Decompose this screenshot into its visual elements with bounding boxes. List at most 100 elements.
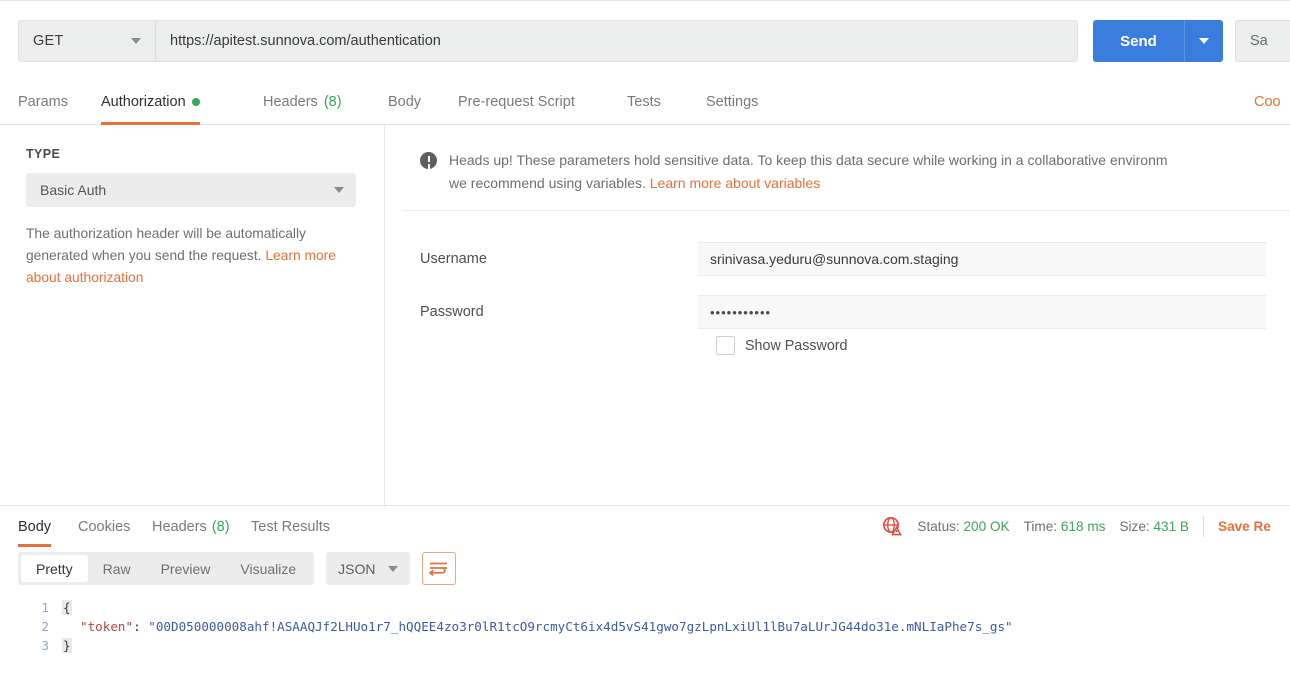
- response-format-toolbar: Pretty Raw Preview Visualize JSON: [18, 552, 456, 585]
- response-tab-bar: Body Cookies Headers (8) Test Results St…: [0, 506, 1290, 547]
- banner-line-2: we recommend using variables. Learn more…: [449, 172, 1168, 195]
- chevron-down-icon: [334, 187, 344, 193]
- tab-label: Pre-request Script: [458, 93, 575, 110]
- view-mode-raw[interactable]: Raw: [88, 555, 146, 582]
- tab-label: Test Results: [251, 518, 330, 535]
- show-password-label: Show Password: [745, 337, 848, 354]
- response-tab-test-results[interactable]: Test Results: [251, 506, 330, 547]
- tab-authorization[interactable]: Authorization: [101, 78, 200, 125]
- show-password-checkbox[interactable]: [716, 336, 735, 355]
- response-tab-cookies[interactable]: Cookies: [78, 506, 130, 547]
- line-number: 2: [41, 619, 49, 634]
- tab-label: Settings: [706, 93, 759, 110]
- status-label: Status:: [917, 519, 960, 534]
- url-input[interactable]: https://apitest.sunnova.com/authenticati…: [156, 21, 1077, 61]
- tab-label: Headers: [263, 93, 318, 110]
- password-label: Password: [420, 304, 484, 320]
- authorization-panel: TYPE Basic Auth The authorization header…: [0, 125, 1290, 505]
- tab-settings[interactable]: Settings: [706, 78, 758, 125]
- response-tab-headers[interactable]: Headers (8): [152, 506, 230, 547]
- code-line: 1 {: [0, 598, 1290, 617]
- tab-badge: (8): [211, 518, 230, 535]
- username-row: Username srinivasa.yeduru@sunnova.com.st…: [402, 242, 1290, 276]
- code-line: 2 "token": "00D050000008ahf!ASAAQJf2LHUo…: [0, 617, 1290, 636]
- status-value: 200 OK: [963, 519, 1010, 534]
- banner-line-1: Heads up! These parameters hold sensitiv…: [449, 152, 1168, 168]
- tab-badge: (8): [323, 93, 342, 110]
- response-pane: Body Cookies Headers (8) Test Results St…: [0, 505, 1290, 684]
- auth-type-dropdown[interactable]: Basic Auth: [26, 173, 356, 207]
- save-request-button[interactable]: Sa: [1235, 20, 1290, 62]
- word-wrap-button[interactable]: [421, 552, 456, 585]
- divider: [1203, 516, 1204, 537]
- tab-headers[interactable]: Headers (8): [263, 78, 342, 125]
- save-response-link[interactable]: Save Re: [1218, 519, 1280, 534]
- tab-label: Body: [18, 518, 52, 535]
- auth-help-text: The authorization header will be automat…: [26, 223, 358, 288]
- cookies-link[interactable]: Coo: [1254, 78, 1290, 125]
- response-body-code[interactable]: 1 { 2 "token": "00D050000008ahf!ASAAQJf2…: [0, 598, 1290, 684]
- tab-label: Params: [18, 93, 68, 110]
- http-method-select[interactable]: GET: [19, 21, 156, 61]
- sensitive-data-banner: Heads up! These parameters hold sensitiv…: [402, 143, 1290, 211]
- tab-label: Cookies: [78, 518, 131, 535]
- json-value: "00D050000008ahf!ASAAQJf2LHUo1r7_hQQEE4z…: [148, 619, 1013, 634]
- size-value: 431 B: [1153, 519, 1189, 534]
- send-button[interactable]: Send: [1093, 20, 1223, 62]
- banner-variables-link[interactable]: Learn more about variables: [650, 175, 820, 191]
- tab-pre-request-script[interactable]: Pre-request Script: [458, 78, 575, 125]
- request-url-bar: GET https://apitest.sunnova.com/authenti…: [0, 0, 1290, 78]
- tab-label: Body: [388, 93, 422, 110]
- request-tab-bar: Params Authorization Headers (8) Body Pr…: [0, 78, 1290, 125]
- size-label: Size:: [1119, 519, 1150, 534]
- username-label: Username: [420, 251, 487, 267]
- json-key: "token": [80, 619, 134, 634]
- show-password-row[interactable]: Show Password: [402, 336, 848, 355]
- line-content: {: [62, 598, 72, 617]
- auth-type-heading: TYPE: [26, 147, 61, 161]
- http-method-label: GET: [33, 33, 64, 49]
- time-value: 618 ms: [1060, 519, 1106, 534]
- response-status-strip: Status: 200 OK Time: 618 ms Size: 431 B …: [882, 506, 1290, 547]
- time-group: Time: 618 ms: [1024, 519, 1106, 534]
- line-number: 1: [41, 600, 49, 615]
- open-brace: {: [62, 600, 72, 615]
- username-input[interactable]: srinivasa.yeduru@sunnova.com.staging: [698, 242, 1266, 276]
- tab-label: Authorization: [101, 93, 186, 110]
- size-group: Size: 431 B: [1119, 519, 1189, 534]
- chevron-down-icon: [131, 38, 141, 44]
- auth-type-value: Basic Auth: [40, 182, 107, 198]
- tab-label: Tests: [627, 93, 661, 110]
- auth-fields-area: Heads up! These parameters hold sensitiv…: [386, 125, 1290, 505]
- status-group: Status: 200 OK: [917, 519, 1009, 534]
- password-input[interactable]: •••••••••••: [698, 295, 1266, 329]
- send-options-button[interactable]: [1185, 20, 1223, 62]
- chevron-down-icon: [1199, 38, 1209, 44]
- tab-tests[interactable]: Tests: [627, 78, 661, 125]
- close-brace: }: [62, 638, 72, 653]
- password-masked-value: •••••••••••: [710, 304, 772, 320]
- globe-warning-icon: [882, 516, 903, 537]
- view-mode-preview[interactable]: Preview: [146, 555, 226, 582]
- tab-params[interactable]: Params: [18, 78, 68, 125]
- json-colon: :: [133, 619, 149, 634]
- time-label: Time:: [1023, 519, 1058, 534]
- warning-circle-icon: [420, 152, 437, 169]
- tab-label: Headers: [152, 518, 207, 535]
- auth-type-sidebar: TYPE Basic Auth The authorization header…: [0, 125, 385, 505]
- view-mode-visualize[interactable]: Visualize: [225, 555, 311, 582]
- password-row: Password •••••••••••: [402, 295, 1290, 329]
- tab-body[interactable]: Body: [388, 78, 421, 125]
- word-wrap-icon: [429, 562, 448, 576]
- response-language-dropdown[interactable]: JSON: [326, 552, 410, 585]
- code-line: 3 }: [0, 636, 1290, 655]
- send-button-label: Send: [1093, 20, 1185, 62]
- line-content: "token": "00D050000008ahf!ASAAQJf2LHUo1r…: [62, 617, 1013, 636]
- response-tab-body[interactable]: Body: [18, 506, 52, 547]
- response-view-modes: Pretty Raw Preview Visualize: [18, 552, 315, 585]
- auth-help-sentence: The authorization header will be automat…: [26, 226, 306, 263]
- view-mode-pretty[interactable]: Pretty: [21, 555, 88, 582]
- line-content: }: [62, 636, 72, 655]
- line-number: 3: [41, 638, 49, 653]
- modified-dot-icon: [191, 97, 200, 106]
